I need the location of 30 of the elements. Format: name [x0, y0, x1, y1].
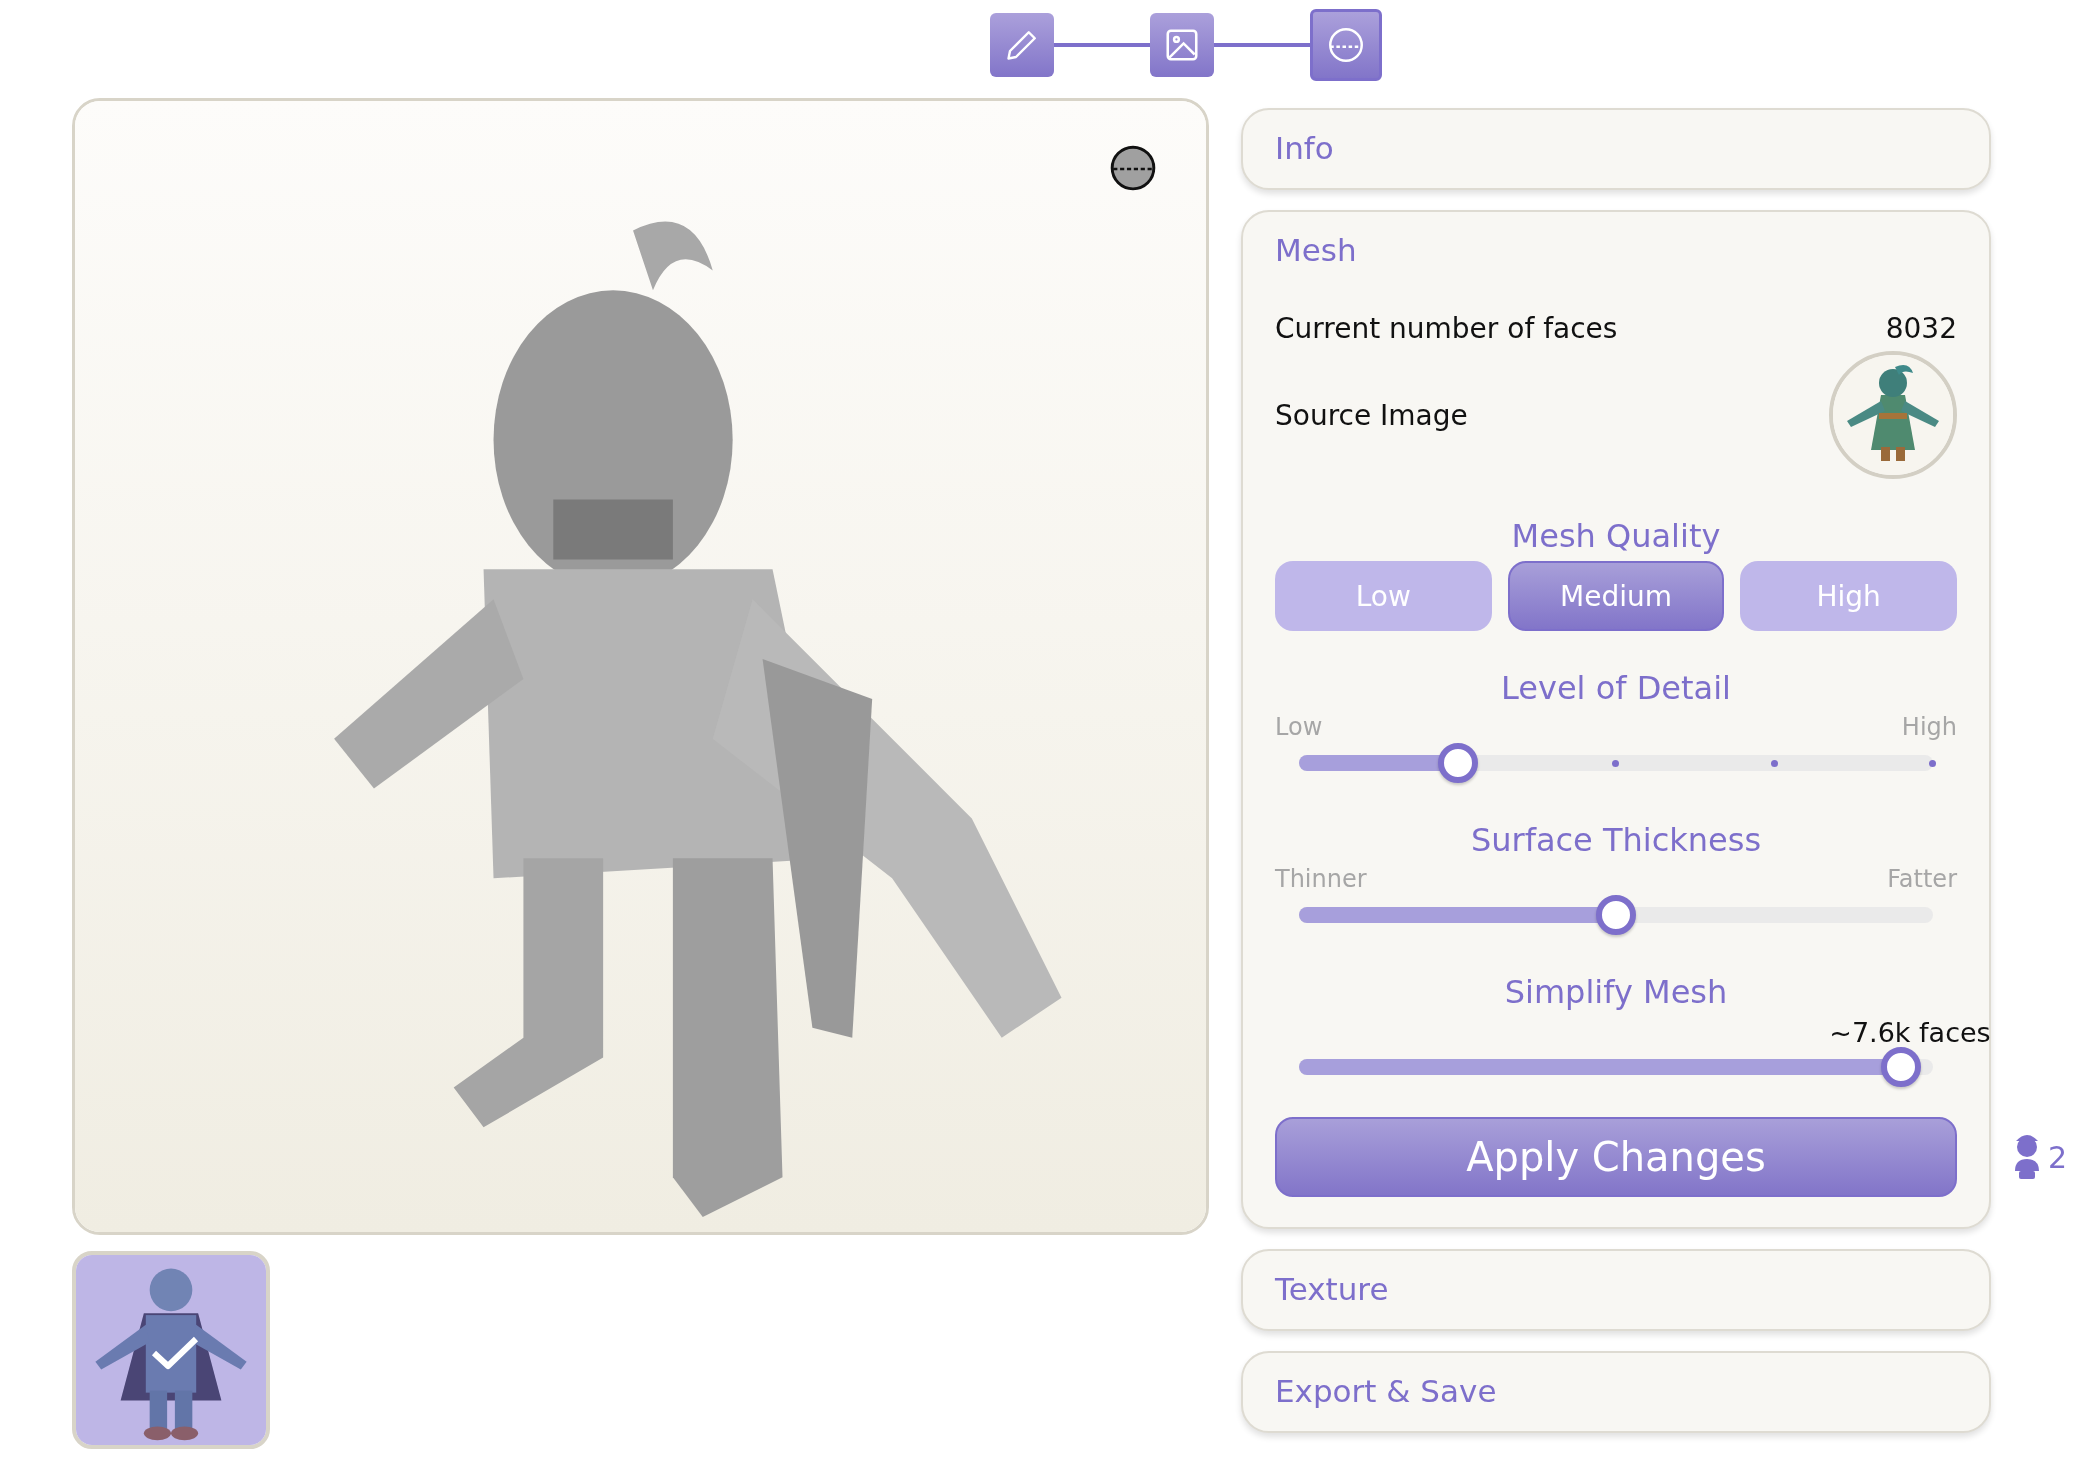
slider-thumb[interactable]: [1596, 895, 1636, 935]
slider-min-label: Thinner: [1275, 865, 1367, 895]
faces-label: Current number of faces: [1275, 312, 1618, 345]
section-header[interactable]: Export & Save: [1243, 1353, 1989, 1431]
step-button[interactable]: [1150, 13, 1214, 77]
slider-min-label: Low: [1275, 713, 1323, 743]
slider-thumb[interactable]: [1437, 743, 1478, 783]
slider-thumb[interactable]: [1881, 1047, 1922, 1087]
step-dot-icon: [1770, 760, 1778, 767]
section-header[interactable]: Mesh: [1243, 212, 1989, 290]
slider-max-label: Fatter: [1887, 865, 1957, 895]
slider-title: Surface Thickness: [1469, 821, 1763, 859]
apply-changes-button[interactable]: Apply Changes: [1275, 1117, 1957, 1197]
slider-max-label: High: [1901, 713, 1957, 743]
sphere-icon[interactable]: [1108, 143, 1158, 193]
credits-count: 2: [2047, 1139, 2067, 1175]
slider-value-label: ~7.6k faces: [1829, 1017, 1991, 1048]
slider-title: Level of Detail: [1500, 669, 1732, 707]
image-icon: [1163, 26, 1201, 64]
step-dot-icon: [1929, 760, 1936, 767]
faces-value: 8032: [1885, 312, 1957, 345]
step-button[interactable]: [990, 13, 1054, 77]
section-header[interactable]: Info: [1243, 110, 1989, 188]
step-button[interactable]: [1310, 9, 1382, 81]
slider-title: Simplify Mesh: [1503, 973, 1729, 1011]
section-header[interactable]: Texture: [1243, 1251, 1989, 1329]
step-dot-icon: [1612, 760, 1619, 767]
source-image-label: Source Image: [1275, 398, 1468, 432]
section-subtitle: Mesh Quality: [1510, 517, 1722, 555]
quality-option[interactable]: Medium: [1507, 561, 1725, 631]
